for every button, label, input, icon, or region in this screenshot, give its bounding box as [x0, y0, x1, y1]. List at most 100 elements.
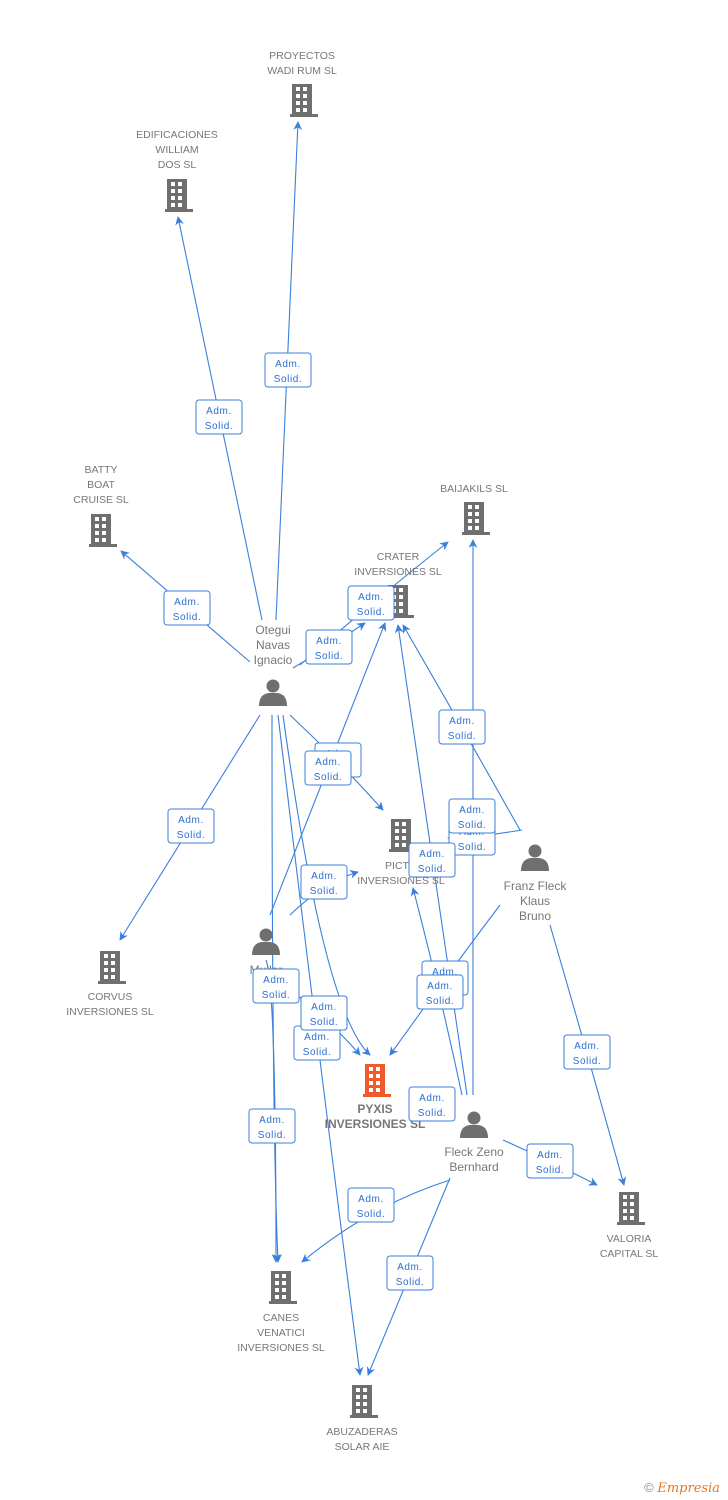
- role-label[interactable]: Adm. Solid.: [347, 1187, 395, 1223]
- node-label: DOS SL: [158, 159, 197, 171]
- role-label-text: Solid.: [274, 374, 303, 385]
- role-label-text: Solid.: [426, 996, 455, 1007]
- role-label-text: Adm.: [178, 815, 204, 826]
- node-label: Bernhard: [449, 1160, 498, 1174]
- role-label-text: Adm.: [419, 849, 445, 860]
- role-label-text: Adm.: [427, 981, 453, 992]
- role-label[interactable]: Adm. Solid.: [448, 798, 496, 834]
- role-label[interactable]: Adm. Solid.: [293, 1025, 341, 1061]
- role-label-text: Solid.: [315, 651, 344, 662]
- node-franz[interactable]: Franz FleckKlausBruno: [504, 844, 568, 924]
- node-label: Navas: [256, 638, 290, 652]
- node-otegui[interactable]: OteguiNavasIgnacio: [254, 623, 293, 706]
- building-icon: [290, 84, 318, 117]
- node-label: BOAT: [87, 479, 115, 491]
- role-label-text: Solid.: [205, 421, 234, 432]
- node-baijakils[interactable]: BAIJAKILS SL: [440, 483, 508, 535]
- role-label-text: Solid.: [448, 731, 477, 742]
- role-label[interactable]: Adm. Solid.: [438, 709, 486, 745]
- role-label-text: Solid.: [303, 1047, 332, 1058]
- role-label-text: Adm.: [311, 1002, 337, 1013]
- role-label[interactable]: Adm. Solid.: [252, 968, 300, 1004]
- role-label-text: Adm.: [459, 805, 485, 816]
- node-batty[interactable]: BATTY BOAT CRUISE SL: [73, 464, 129, 547]
- node-label: INVERSIONES SL: [237, 1342, 325, 1354]
- node-label: PROYECTOS: [269, 50, 335, 62]
- person-icon: [521, 844, 549, 871]
- person-icon: [460, 1111, 488, 1138]
- node-canes[interactable]: CANES VENATICI INVERSIONES SL: [237, 1271, 325, 1354]
- role-label-text: Adm.: [304, 1032, 330, 1043]
- role-label-text: Solid.: [396, 1277, 425, 1288]
- node-label: CORVUS: [88, 991, 133, 1003]
- node-label: Ignacio: [254, 653, 293, 667]
- role-label-text: Solid.: [310, 886, 339, 897]
- role-label-text: Adm.: [311, 871, 337, 882]
- role-label[interactable]: Adm. Solid.: [304, 750, 352, 786]
- role-label[interactable]: Adm. Solid.: [408, 842, 456, 878]
- role-label[interactable]: Adm. Solid.: [163, 590, 211, 626]
- node-label: CRUISE SL: [73, 494, 129, 506]
- role-label-text: Adm.: [315, 757, 341, 768]
- role-label[interactable]: Adm. Solid.: [300, 995, 348, 1031]
- node-label: VENATICI: [257, 1327, 305, 1339]
- role-label-text: Solid.: [262, 990, 291, 1001]
- node-corvus[interactable]: CORVUS INVERSIONES SL: [66, 951, 154, 1018]
- node-label: INVERSIONES SL: [354, 566, 442, 578]
- role-label[interactable]: Adm. Solid.: [305, 629, 353, 665]
- role-label-text: Adm.: [275, 359, 301, 370]
- role-label-text: Solid.: [177, 830, 206, 841]
- copyright-symbol: ©: [644, 1480, 654, 1495]
- node-edificaciones[interactable]: EDIFICACIONES WILLIAM DOS SL: [136, 129, 218, 212]
- role-label[interactable]: Adm. Solid.: [300, 864, 348, 900]
- role-label[interactable]: Adm. Solid.: [526, 1143, 574, 1179]
- building-icon: [89, 514, 117, 547]
- role-label[interactable]: Adm. Solid.: [167, 808, 215, 844]
- role-label-text: Adm.: [316, 636, 342, 647]
- role-label-text: Solid.: [258, 1130, 287, 1141]
- node-label: Klaus: [520, 894, 550, 908]
- node-abuzaderas[interactable]: ABUZADERAS SOLAR AIE: [326, 1385, 398, 1453]
- role-label[interactable]: Adm. Solid.: [563, 1034, 611, 1070]
- building-icon: [269, 1271, 297, 1304]
- role-label-text: Solid.: [536, 1165, 565, 1176]
- role-label-text: Adm.: [174, 597, 200, 608]
- role-label-text: Solid.: [418, 1108, 447, 1119]
- node-label: CRATER: [377, 551, 420, 563]
- role-label[interactable]: Adm. Solid.: [264, 352, 312, 388]
- building-icon: [98, 951, 126, 984]
- node-valoria[interactable]: VALORIA CAPITAL SL: [600, 1192, 659, 1260]
- role-label-text: Solid.: [458, 842, 487, 853]
- role-label-text: Solid.: [357, 607, 386, 618]
- building-icon: [462, 502, 490, 535]
- node-label: Otegui: [255, 623, 290, 637]
- building-icon: [165, 179, 193, 212]
- role-label[interactable]: Adm. Solid.: [195, 399, 243, 435]
- person-icon: [259, 679, 287, 706]
- role-label-text: Adm.: [449, 716, 475, 727]
- node-label: CAPITAL SL: [600, 1248, 659, 1260]
- node-label: WILLIAM: [155, 144, 198, 156]
- role-label-text: Adm.: [263, 975, 289, 986]
- brand-logo[interactable]: Empresia: [657, 1481, 720, 1496]
- role-label-text: Adm.: [537, 1150, 563, 1161]
- role-label[interactable]: Adm. Solid.: [416, 974, 464, 1010]
- node-label: Bruno: [519, 909, 551, 923]
- role-label-text: Solid.: [573, 1056, 602, 1067]
- node-proyectos[interactable]: PROYECTOS WADI RUM SL: [267, 50, 337, 117]
- role-label-text: Solid.: [173, 612, 202, 623]
- node-label: BAIJAKILS SL: [440, 483, 508, 495]
- role-label[interactable]: Adm. Solid.: [408, 1086, 456, 1122]
- role-label[interactable]: Adm. Solid.: [347, 585, 395, 621]
- role-label-text: Adm.: [419, 1093, 445, 1104]
- node-label: CANES: [263, 1312, 299, 1324]
- relationship-graph: PROYECTOS WADI RUM SL EDIFICACIONES WILLIAM…: [66, 50, 659, 1453]
- node-label: INVERSIONES SL: [66, 1006, 154, 1018]
- node-label: EDIFICACIONES: [136, 129, 218, 141]
- role-label[interactable]: Adm. Solid.: [248, 1108, 296, 1144]
- role-label[interactable]: Adm. Solid.: [386, 1255, 434, 1291]
- node-label: BATTY: [84, 464, 117, 476]
- node-label: VALORIA: [607, 1233, 652, 1245]
- role-label-text: Solid.: [310, 1017, 339, 1028]
- node-label: WADI RUM SL: [267, 65, 337, 77]
